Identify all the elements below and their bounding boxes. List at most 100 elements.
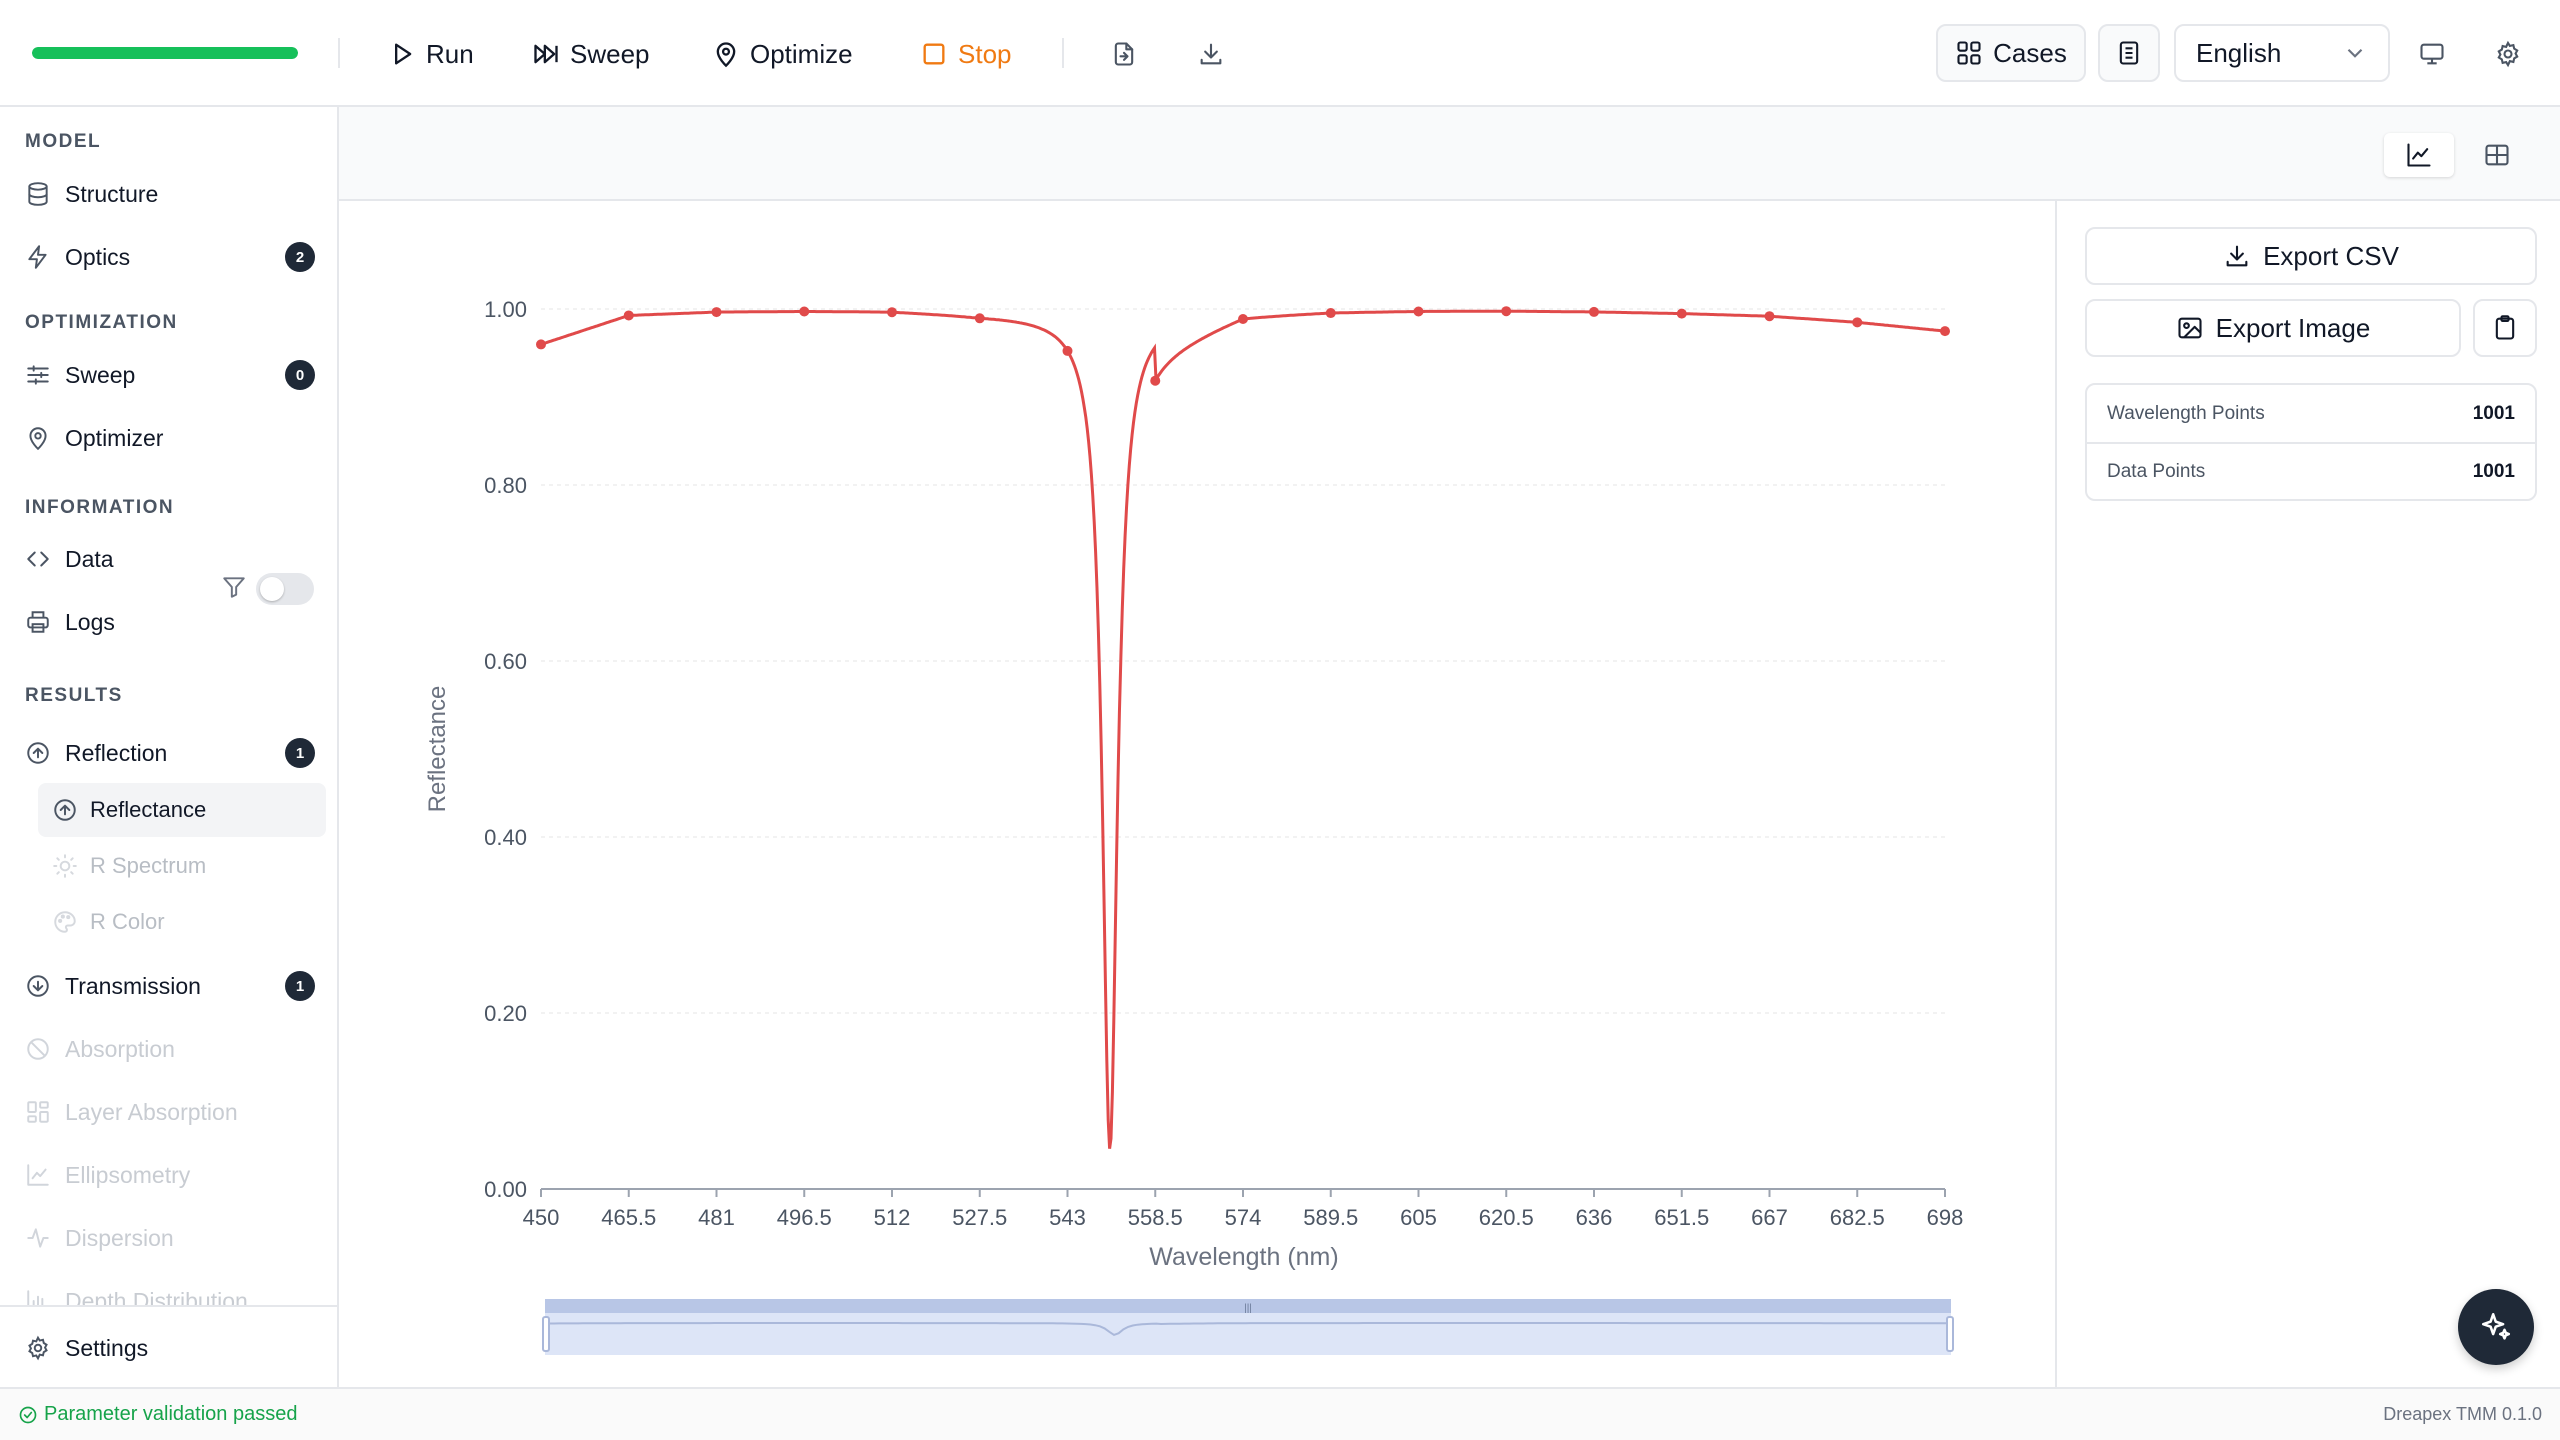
results-filter-toggle[interactable] bbox=[256, 573, 314, 605]
toolbar-divider bbox=[1062, 38, 1064, 68]
sidebar-item-optimizer[interactable]: Optimizer bbox=[25, 413, 315, 463]
data-point-marker bbox=[1852, 317, 1863, 328]
chart-line-icon bbox=[27, 1164, 49, 1186]
sidebar-item-label: Layer Absorption bbox=[65, 1098, 238, 1125]
data-point-marker bbox=[1676, 308, 1687, 319]
data-point-marker bbox=[1589, 306, 1599, 317]
notes-button[interactable] bbox=[2098, 24, 2160, 82]
reflectance-chart[interactable]: 0.00 0.20 0.40 0.60 0.80 1.00 450 465.5 481 496.5… bbox=[339, 201, 2055, 1387]
code-icon bbox=[27, 551, 49, 567]
cases-button[interactable]: Cases bbox=[1936, 24, 2086, 82]
stop-button[interactable]: Stop bbox=[920, 30, 1012, 78]
data-point-marker bbox=[536, 339, 546, 350]
x-tick-label: 589.5 bbox=[1303, 1205, 1358, 1230]
top-toolbar: Run Sweep Optimize Stop Cases English bbox=[0, 0, 2560, 107]
progress-bar bbox=[32, 47, 298, 59]
data-point-marker bbox=[1150, 375, 1161, 386]
gear-icon bbox=[28, 1335, 48, 1361]
file-import-icon bbox=[1114, 42, 1134, 66]
data-point-marker bbox=[1062, 345, 1073, 356]
zoom-slider-right-handle[interactable] bbox=[1946, 1316, 1954, 1352]
language-value: English bbox=[2196, 37, 2282, 68]
sidebar-subitem-reflectance[interactable]: Reflectance bbox=[38, 783, 326, 837]
map-pin-icon bbox=[716, 42, 736, 68]
data-point-marker bbox=[1238, 314, 1248, 325]
sidebar-item-sweep[interactable]: Sweep 0 bbox=[25, 350, 315, 400]
optimize-label: Optimize bbox=[750, 38, 853, 69]
display-button[interactable] bbox=[2408, 30, 2456, 78]
filter-icon[interactable] bbox=[221, 574, 247, 600]
view-toggle bbox=[2380, 129, 2536, 181]
sidebar-item-label: Settings bbox=[65, 1334, 149, 1361]
chart-view-button[interactable] bbox=[2384, 133, 2454, 177]
x-tick-label: 605 bbox=[1400, 1205, 1437, 1230]
ai-assistant-button[interactable] bbox=[2458, 1289, 2534, 1365]
x-tick-label: 620.5 bbox=[1479, 1205, 1534, 1230]
y-axis-label: Reflectance bbox=[424, 686, 451, 813]
sidebar-item-layer-absorption[interactable]: Layer Absorption bbox=[25, 1087, 315, 1137]
sidebar-item-label: Transmission bbox=[65, 972, 201, 999]
table-view-button[interactable] bbox=[2462, 133, 2532, 177]
zoom-slider-grip[interactable]: ||| bbox=[1244, 1303, 1252, 1314]
count-badge: 2 bbox=[285, 242, 315, 272]
sidebar-item-transmission[interactable]: Transmission 1 bbox=[25, 961, 315, 1011]
chevron-down-icon bbox=[2347, 48, 2363, 58]
sweep-button[interactable]: Sweep bbox=[532, 30, 650, 78]
x-tick-label: 682.5 bbox=[1830, 1205, 1885, 1230]
section-label-model: MODEL bbox=[25, 131, 102, 152]
stop-square-icon bbox=[923, 43, 945, 65]
section-label-information: INFORMATION bbox=[25, 497, 175, 518]
export-csv-label: Export CSV bbox=[2263, 240, 2399, 271]
sidebar-item-label: Data bbox=[65, 545, 114, 572]
sidebar-item-structure[interactable]: Structure bbox=[25, 169, 315, 219]
zoom-slider-left-handle[interactable] bbox=[542, 1316, 550, 1352]
x-tick-label: 465.5 bbox=[601, 1205, 656, 1230]
sidebar-item-label: Dispersion bbox=[65, 1224, 174, 1251]
sidebar-item-ellipsometry[interactable]: Ellipsometry bbox=[25, 1150, 315, 1200]
data-point-marker bbox=[1940, 326, 1950, 337]
document-icon bbox=[2119, 41, 2139, 65]
toggle-knob bbox=[260, 577, 284, 601]
sidebar-subitem-r-color[interactable]: R Color bbox=[38, 895, 326, 949]
run-label: Run bbox=[426, 38, 474, 69]
download-button[interactable] bbox=[1187, 30, 1235, 78]
sidebar-item-reflection[interactable]: Reflection 1 bbox=[25, 728, 315, 778]
zoom-slider[interactable]: ||| bbox=[542, 1299, 1954, 1355]
monitor-icon bbox=[2420, 43, 2444, 65]
data-point-marker bbox=[711, 307, 722, 318]
sidebar-item-settings[interactable]: Settings bbox=[25, 1323, 315, 1373]
sidebar-subitem-r-spectrum[interactable]: R Spectrum bbox=[38, 839, 326, 893]
grid-icon bbox=[1957, 41, 1981, 65]
x-tick-label: 667 bbox=[1751, 1205, 1788, 1230]
x-tick-label: 698 bbox=[1927, 1205, 1964, 1230]
download-icon bbox=[2226, 245, 2248, 267]
sidebar-item-absorption[interactable]: Absorption bbox=[25, 1024, 315, 1074]
sweep-label: Sweep bbox=[570, 38, 650, 69]
x-tick-label: 481 bbox=[698, 1205, 735, 1230]
arrow-up-circle-icon bbox=[54, 799, 76, 821]
sidebar-item-optics[interactable]: Optics 2 bbox=[25, 232, 315, 282]
sidebar-item-label: Reflectance bbox=[90, 797, 207, 822]
x-tick-label: 450 bbox=[523, 1205, 560, 1230]
stat-value: 1001 bbox=[2472, 402, 2515, 424]
chart-area: 0.00 0.20 0.40 0.60 0.80 1.00 450 465.5 481 496.5… bbox=[339, 201, 2055, 1387]
export-image-button[interactable]: Export Image bbox=[2085, 299, 2461, 357]
count-badge: 1 bbox=[285, 738, 315, 768]
run-button[interactable]: Run bbox=[388, 30, 474, 78]
import-button[interactable] bbox=[1100, 30, 1148, 78]
section-label-results: RESULTS bbox=[25, 685, 123, 706]
cases-label: Cases bbox=[1993, 37, 2067, 68]
printer-icon bbox=[27, 611, 49, 633]
settings-gear-button[interactable] bbox=[2484, 30, 2532, 78]
check-circle-icon bbox=[19, 1406, 37, 1423]
sidebar-item-label: R Color bbox=[90, 909, 165, 934]
stat-label: Data Points bbox=[2107, 460, 2206, 482]
map-pin-icon bbox=[29, 427, 47, 451]
sidebar-item-dispersion[interactable]: Dispersion bbox=[25, 1213, 315, 1263]
language-select[interactable]: English bbox=[2174, 24, 2390, 82]
validation-status: Parameter validation passed bbox=[18, 1403, 297, 1426]
y-tick-label: 0.80 bbox=[484, 473, 527, 498]
export-csv-button[interactable]: Export CSV bbox=[2085, 227, 2537, 285]
optimize-button[interactable]: Optimize bbox=[712, 30, 853, 78]
copy-button[interactable] bbox=[2473, 299, 2537, 357]
